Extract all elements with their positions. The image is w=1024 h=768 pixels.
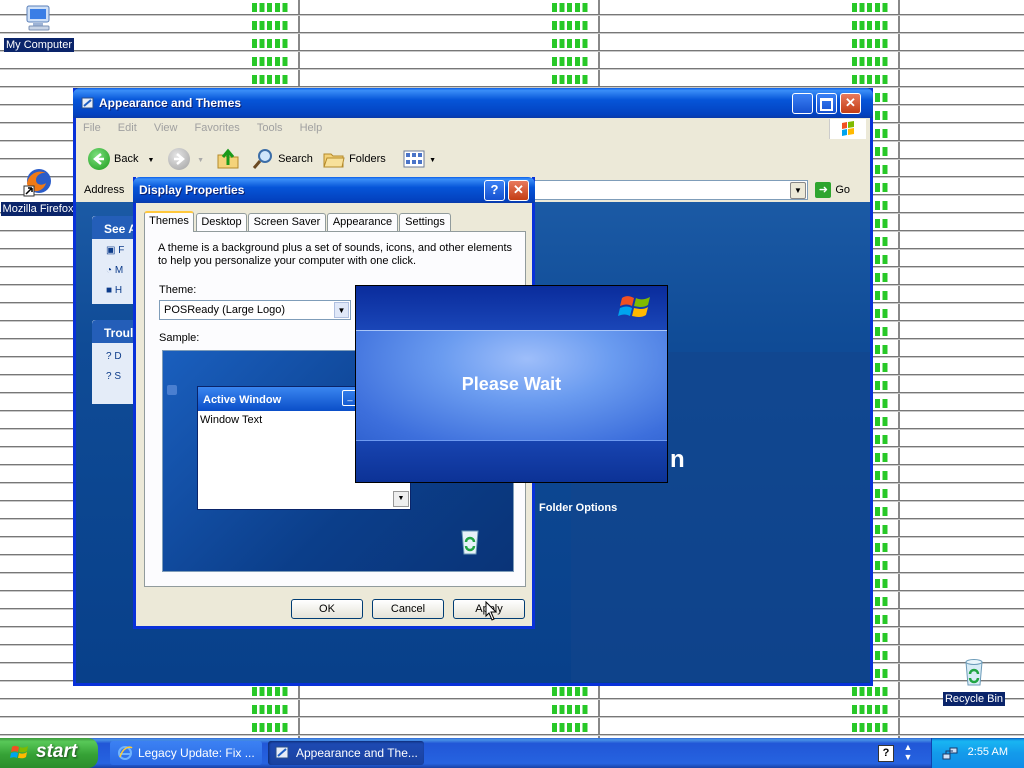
folders-button[interactable]: Folders: [322, 146, 386, 172]
system-tray: 2:55 AM: [931, 738, 1024, 768]
back-label: Back: [114, 153, 139, 165]
tab-themes[interactable]: Themes: [144, 211, 194, 232]
go-arrow-icon: ➜: [815, 182, 832, 198]
windows-flag-icon: [10, 745, 28, 759]
explorer-toolbar: Back ▼ ▼ Search Folders ▼: [76, 140, 870, 179]
desktop-icon-label: Recycle Bin: [942, 692, 1006, 706]
address-label: Address: [84, 184, 125, 196]
menu-edit[interactable]: Edit: [111, 118, 144, 134]
tab-screen-saver[interactable]: Screen Saver: [248, 213, 326, 231]
go-button[interactable]: ➜ Go: [815, 182, 850, 198]
windows-flag-icon: [618, 296, 650, 317]
tab-desktop[interactable]: Desktop: [196, 213, 247, 231]
network-tray-icon[interactable]: [942, 745, 958, 761]
views-button[interactable]: ▼: [402, 146, 436, 172]
forward-button[interactable]: ▼: [168, 146, 204, 172]
minimize-button[interactable]: _: [792, 93, 813, 115]
up-folder-icon: [217, 148, 239, 169]
folder-options-link[interactable]: Folder Options: [539, 502, 617, 514]
taskbar: start Legacy Update: Fix ... Appearance …: [0, 738, 1024, 768]
splash-bottom-band: [356, 440, 667, 482]
desktop-icon-label: Mozilla Firefox: [0, 202, 76, 216]
computer-icon: [26, 5, 50, 31]
search-icon: [252, 149, 272, 170]
taskbar-item-label: Appearance and The...: [296, 746, 418, 760]
display-properties-titlebar[interactable]: Display Properties ? ✕: [133, 177, 535, 203]
chevron-down-icon: ▼: [429, 157, 436, 164]
desktop-icon-recycle-bin[interactable]: Recycle Bin: [936, 656, 1012, 706]
menu-view[interactable]: View: [147, 118, 185, 134]
address-dropdown-button[interactable]: ▼: [790, 182, 806, 199]
taskbar-item-label: Legacy Update: Fix ...: [138, 746, 255, 760]
windows-logo-icon: [829, 119, 866, 139]
search-button[interactable]: Search: [251, 146, 313, 172]
explorer-menubar: File Edit View Favorites Tools Help: [76, 118, 870, 141]
ie-icon: [118, 746, 133, 760]
help-button[interactable]: ?: [484, 180, 505, 201]
chevron-down-icon: ▼: [197, 157, 204, 164]
ok-button[interactable]: OK: [291, 599, 363, 619]
please-wait-message: Please Wait: [461, 374, 562, 394]
maximize-button[interactable]: [816, 93, 837, 114]
back-arrow-icon: [88, 148, 110, 171]
desktop-icon-my-computer[interactable]: My Computer: [1, 2, 77, 52]
menu-tools[interactable]: Tools: [250, 118, 290, 134]
close-button[interactable]: ✕: [508, 180, 529, 201]
theme-label: Theme:: [159, 284, 197, 296]
tray-scroll-icon[interactable]: ▲ ▼: [900, 742, 916, 764]
search-label: Search: [278, 153, 313, 165]
folders-icon: [323, 153, 345, 168]
start-label: start: [36, 741, 78, 762]
please-wait-splash: Please Wait: [355, 285, 668, 483]
mouse-cursor-icon: [485, 601, 498, 621]
theme-select-value: POSReady (Large Logo): [164, 304, 286, 316]
tab-settings[interactable]: Settings: [399, 213, 451, 231]
themes-description: A theme is a background plus a set of so…: [158, 242, 513, 267]
close-button[interactable]: ✕: [840, 93, 861, 114]
explorer-title: Appearance and Themes: [99, 96, 242, 110]
firefox-icon: [23, 169, 51, 197]
control-panel-icon: [275, 746, 289, 759]
taskbar-item-legacy-update[interactable]: Legacy Update: Fix ...: [110, 741, 262, 765]
menu-favorites[interactable]: Favorites: [188, 118, 247, 134]
pick-category-heading: n: [670, 446, 685, 473]
desktop-icon-firefox[interactable]: Mozilla Firefox: [0, 166, 76, 216]
recycle-bin-icon: [461, 530, 479, 555]
desktop-icon-label: My Computer: [3, 38, 75, 52]
chevron-down-icon[interactable]: ▼: [334, 302, 349, 318]
cancel-button[interactable]: Cancel: [372, 599, 444, 619]
sample-label: Sample:: [159, 332, 200, 344]
dialog-title: Display Properties: [139, 183, 245, 197]
help-tray-icon[interactable]: ?: [878, 745, 894, 762]
back-button[interactable]: Back ▼: [88, 146, 154, 172]
recycle-bin-icon: [965, 659, 983, 686]
clock[interactable]: 2:55 AM: [968, 746, 1008, 758]
forward-arrow-icon: [168, 148, 190, 171]
control-panel-icon: [81, 97, 94, 109]
tab-appearance[interactable]: Appearance: [327, 213, 398, 231]
menu-help[interactable]: Help: [293, 118, 330, 134]
start-button[interactable]: start: [0, 738, 98, 768]
explorer-titlebar[interactable]: Appearance and Themes _ ✕: [73, 88, 873, 118]
up-folder-button[interactable]: [216, 146, 240, 172]
chevron-down-icon[interactable]: ▼: [148, 157, 155, 164]
scroll-down-icon: ▼: [393, 491, 409, 507]
views-grid-icon: [403, 150, 425, 168]
folders-label: Folders: [349, 153, 386, 165]
menu-file[interactable]: File: [76, 118, 108, 134]
theme-select[interactable]: POSReady (Large Logo) ▼: [159, 300, 351, 320]
go-label: Go: [835, 183, 850, 196]
taskbar-item-appearance-themes[interactable]: Appearance and The...: [268, 741, 424, 765]
sample-desktop-icon: [167, 385, 177, 395]
